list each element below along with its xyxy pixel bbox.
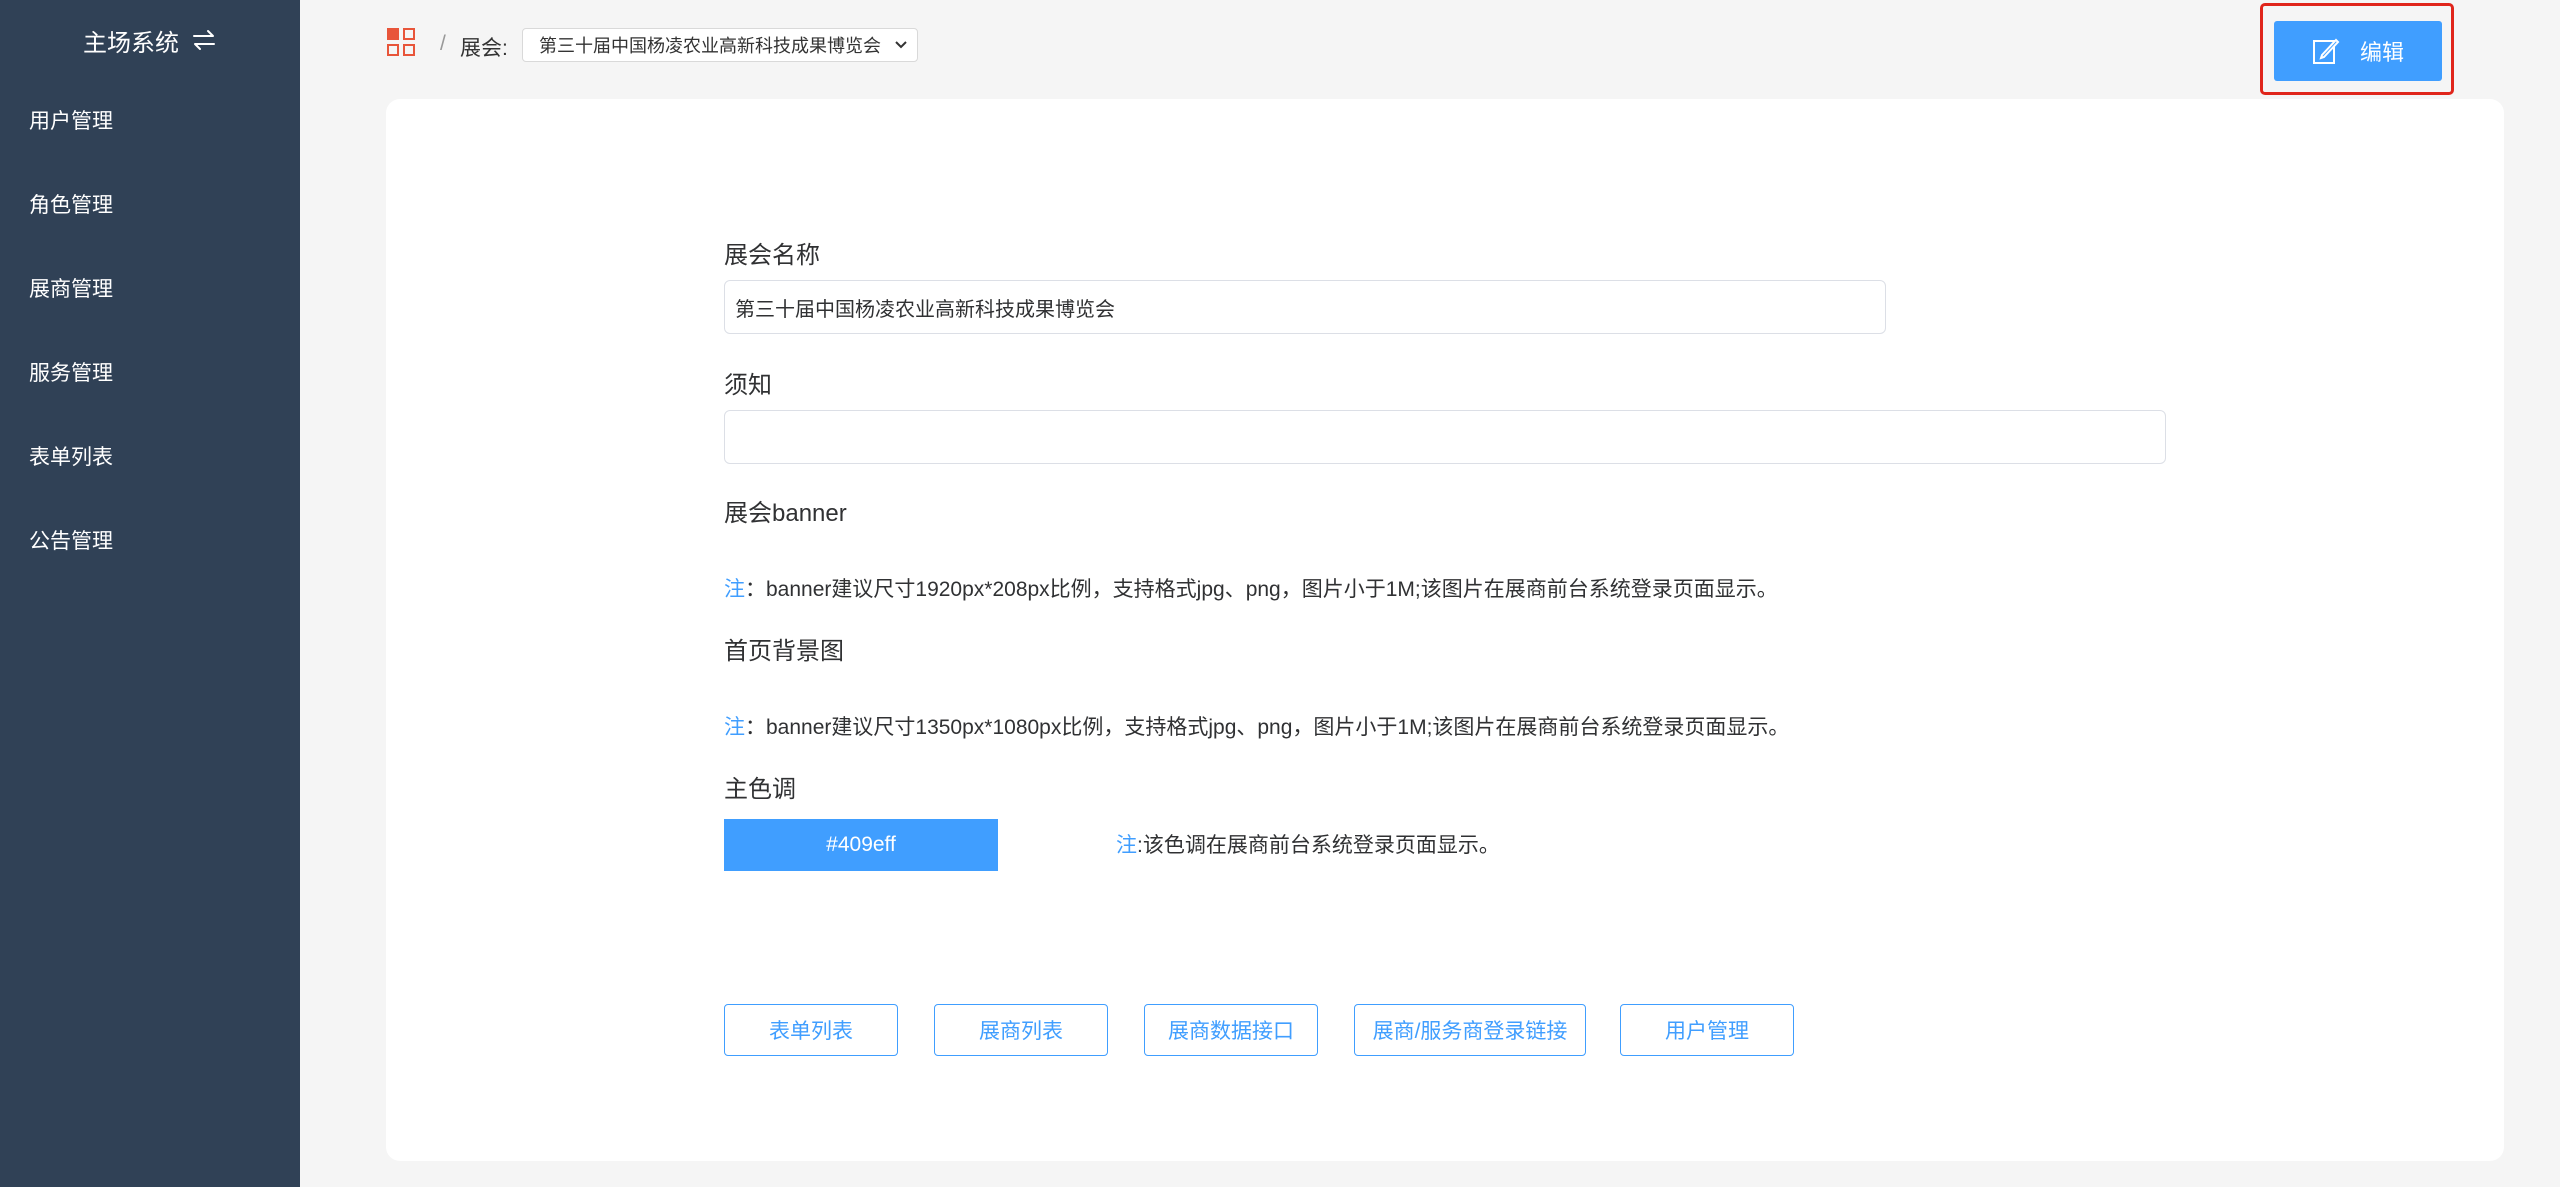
sidebar-item-label: 角色管理 (29, 194, 113, 217)
login-link-button-label: 展商/服务商登录链接 (1372, 1020, 1568, 1043)
sidebar-item-label: 公告管理 (29, 530, 113, 553)
notice-label: 须知 (724, 372, 772, 399)
edit-button[interactable]: 编辑 (2274, 21, 2442, 81)
sidebar-item-announcements[interactable]: 公告管理 (0, 512, 300, 568)
sidebar-header: 主场系统 (0, 18, 300, 62)
main-color-swatch[interactable]: #409eff (724, 819, 998, 871)
sidebar-item-label: 用户管理 (29, 110, 113, 133)
expo-select[interactable]: 第三十届中国杨凌农业高新科技成果博览会 (522, 28, 918, 62)
home-background-label: 首页背景图 (724, 638, 844, 665)
banner-note-text: ：banner建议尺寸1920px*208px比例，支持格式jpg、png，图片… (745, 578, 1778, 601)
login-link-button[interactable]: 展商/服务商登录链接 (1354, 1004, 1586, 1056)
chevron-down-icon (893, 37, 909, 58)
background-note-text: ：banner建议尺寸1350px*1080px比例，支持格式jpg、png，图… (745, 716, 1790, 739)
swap-arrows-icon[interactable] (191, 29, 217, 51)
background-note: 注：banner建议尺寸1350px*1080px比例，支持格式jpg、png，… (724, 711, 1789, 741)
expo-select-value: 第三十届中国杨凌农业高新科技成果博览会 (539, 36, 881, 56)
system-title: 主场系统 (83, 29, 179, 57)
breadcrumb-separator: / (440, 32, 446, 55)
note-mark: 注 (724, 716, 745, 739)
apps-grid-icon[interactable] (386, 27, 416, 57)
main-color-value: #409eff (826, 833, 896, 856)
color-note-text: :该色调在展商前台系统登录页面显示。 (1137, 834, 1500, 857)
sidebar-item-label: 展商管理 (29, 278, 113, 301)
note-mark: 注 (1116, 834, 1137, 857)
user-management-button[interactable]: 用户管理 (1620, 1004, 1794, 1056)
color-note: 注:该色调在展商前台系统登录页面显示。 (1116, 829, 1500, 859)
exhibition-name-label: 展会名称 (724, 242, 820, 269)
sidebar-item-services[interactable]: 服务管理 (0, 344, 300, 400)
exhibitor-list-button-label: 展商列表 (979, 1020, 1063, 1043)
form-list-button-label: 表单列表 (769, 1020, 853, 1043)
notice-input[interactable] (724, 410, 2166, 464)
note-mark: 注 (724, 578, 745, 601)
exhibition-card: 展会名称 须知 展会banner 注：banner建议尺寸1920px*208p… (386, 99, 2504, 1161)
form-list-button[interactable]: 表单列表 (724, 1004, 898, 1056)
banner-note: 注：banner建议尺寸1920px*208px比例，支持格式jpg、png，图… (724, 573, 1778, 603)
edit-button-label: 编辑 (2359, 40, 2404, 65)
sidebar-item-users[interactable]: 用户管理 (0, 92, 300, 148)
expo-label: 展会: (460, 37, 508, 60)
sidebar-item-exhibitors[interactable]: 展商管理 (0, 260, 300, 316)
main-color-label: 主色调 (724, 776, 796, 803)
exhibitor-list-button[interactable]: 展商列表 (934, 1004, 1108, 1056)
top-bar: / 展会: 第三十届中国杨凌农业高新科技成果博览会 编辑 (300, 0, 2560, 95)
sidebar-item-label: 服务管理 (29, 362, 113, 385)
edit-icon (2312, 37, 2340, 65)
sidebar-item-label: 表单列表 (29, 446, 113, 469)
sidebar-item-roles[interactable]: 角色管理 (0, 176, 300, 232)
banner-label: 展会banner (724, 500, 847, 527)
exhibitor-data-api-button-label: 展商数据接口 (1168, 1020, 1294, 1043)
sidebar: 主场系统 用户管理 角色管理 展商管理 服务管理 表单列表 公告管理 (0, 0, 300, 1187)
exhibition-name-input[interactable] (724, 280, 1886, 334)
exhibitor-data-api-button[interactable]: 展商数据接口 (1144, 1004, 1318, 1056)
user-management-button-label: 用户管理 (1665, 1020, 1749, 1043)
sidebar-item-forms[interactable]: 表单列表 (0, 428, 300, 484)
